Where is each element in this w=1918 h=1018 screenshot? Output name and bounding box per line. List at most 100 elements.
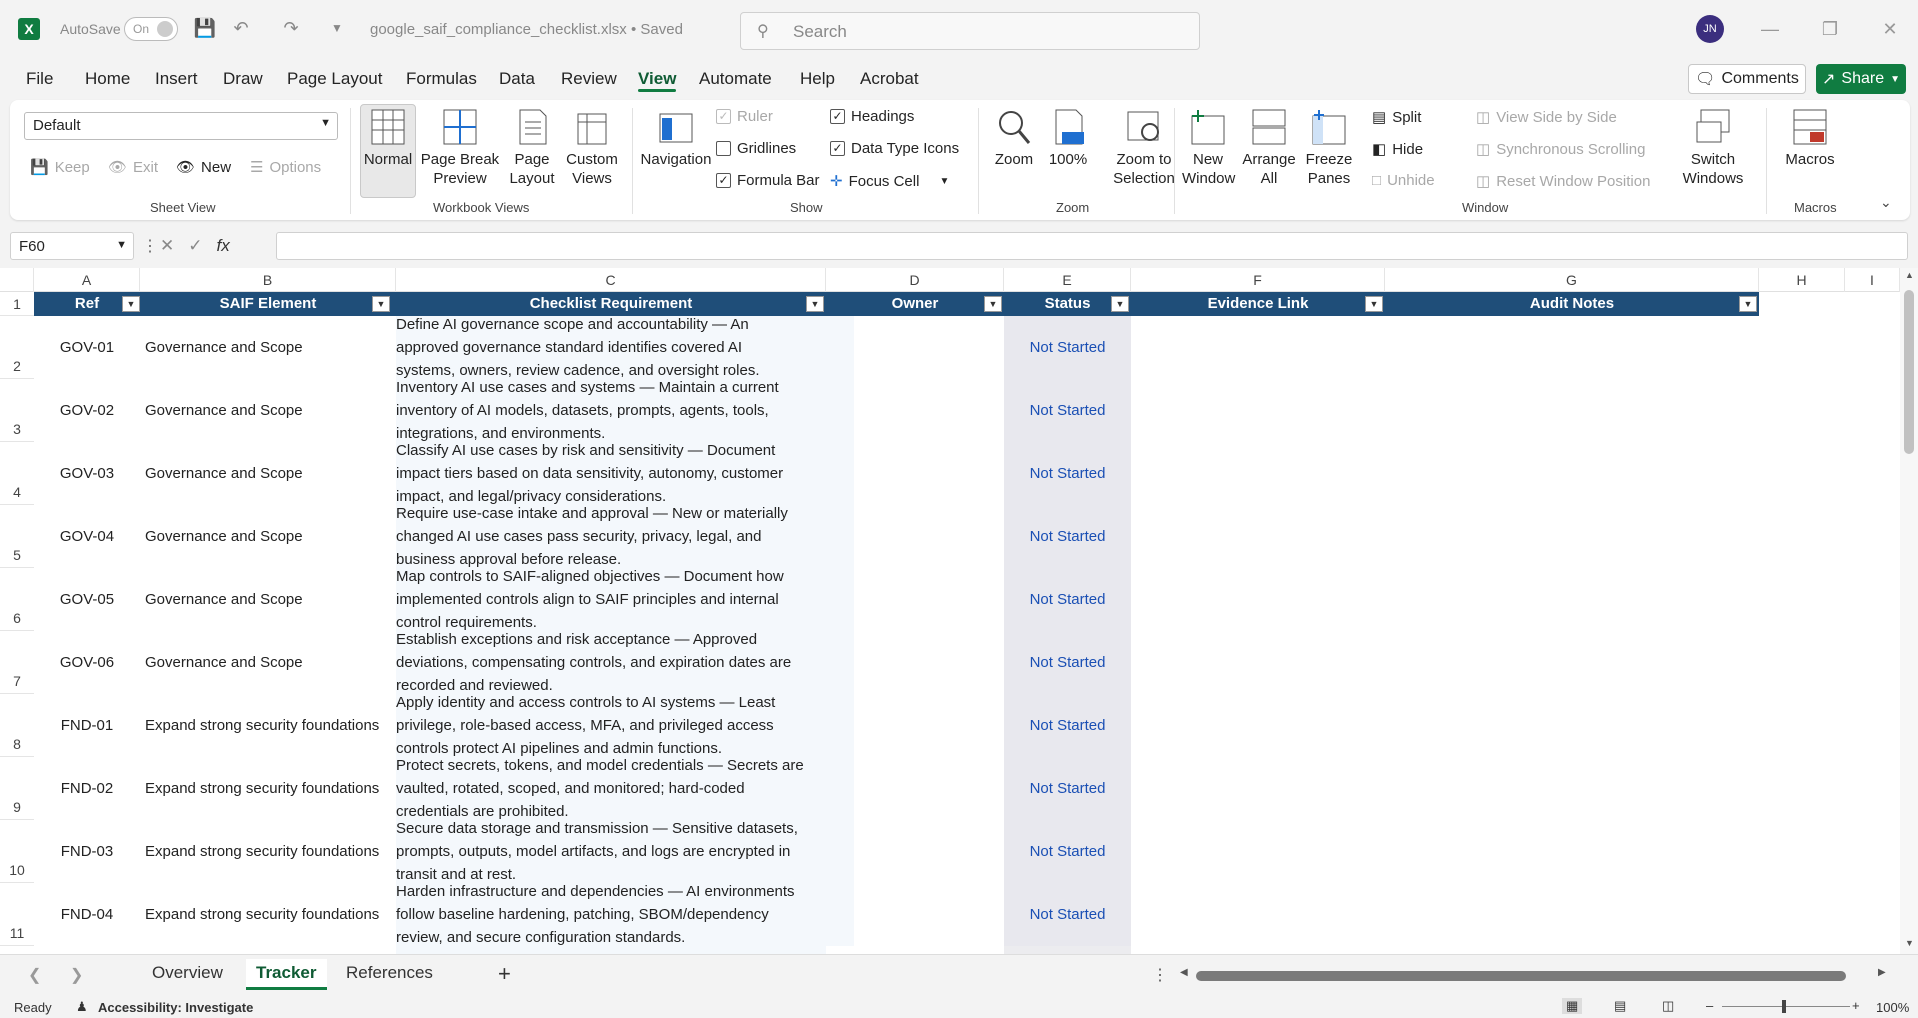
arrange-all-button[interactable]: Arrange All	[1242, 108, 1296, 188]
column-header-d[interactable]: D	[826, 268, 1004, 292]
menu-automate[interactable]: Automate	[699, 69, 772, 89]
scroll-left-icon[interactable]: ◀	[1180, 967, 1188, 978]
keep-button[interactable]: 💾 Keep	[30, 158, 90, 177]
cell-saif-element[interactable]: Governance and Scope	[145, 442, 425, 505]
save-icon[interactable]: 💾	[194, 17, 216, 39]
select-all-corner[interactable]	[0, 268, 34, 292]
ruler-checkbox[interactable]: Ruler	[716, 108, 773, 125]
cell-requirement[interactable]: Require use-case intake and approval — N…	[396, 505, 854, 568]
insert-function-icon[interactable]: fx	[217, 236, 230, 256]
cell-ref[interactable]: GOV-05	[34, 568, 140, 631]
cell-status[interactable]: Not Started	[1004, 316, 1131, 379]
column-header-h[interactable]: H	[1759, 268, 1845, 292]
view-side-by-side-button[interactable]: ◫ View Side by Side	[1476, 108, 1617, 127]
autosave-toggle[interactable]: On	[124, 17, 178, 41]
cell-saif-element[interactable]: Governance and Scope	[145, 631, 425, 694]
menu-page-layout[interactable]: Page Layout	[287, 69, 382, 89]
more-options-icon[interactable]: ⋮	[142, 236, 158, 256]
zoom-out-icon[interactable]: –	[1706, 998, 1713, 1013]
avatar[interactable]: JN	[1696, 15, 1724, 43]
collapse-ribbon-icon[interactable]: ⌄	[1880, 194, 1892, 211]
redo-icon[interactable]: ↷	[280, 17, 302, 39]
cell-ref[interactable]: FND-01	[34, 694, 140, 757]
column-header-e[interactable]: E	[1004, 268, 1131, 292]
name-box[interactable]: F60 ▼	[10, 232, 134, 260]
formula-input[interactable]	[276, 232, 1908, 260]
menu-review[interactable]: Review	[561, 69, 617, 89]
column-header-c[interactable]: C	[396, 268, 826, 292]
filter-dropdown-icon[interactable]: ▼	[1365, 296, 1383, 312]
menu-data[interactable]: Data	[499, 69, 535, 89]
freeze-panes-button[interactable]: Freeze Panes	[1302, 108, 1356, 188]
filter-dropdown-icon[interactable]: ▼	[984, 296, 1002, 312]
split-button[interactable]: ▤ Split	[1372, 108, 1421, 127]
headings-checkbox[interactable]: Headings	[830, 108, 914, 125]
cell-requirement[interactable]: Map controls to SAIF-aligned objectives …	[396, 568, 854, 631]
row-header[interactable]: 5	[0, 505, 34, 568]
undo-icon[interactable]: ↶	[230, 17, 252, 39]
navigation-button[interactable]: Navigation	[628, 108, 724, 169]
zoom-100-button[interactable]: 100%	[1044, 108, 1092, 169]
search-box[interactable]: ⚲ Search	[740, 12, 1200, 50]
customize-quick-access-icon[interactable]: ▼	[326, 17, 348, 39]
cell-status[interactable]: Not Started	[1004, 694, 1131, 757]
cell-saif-element[interactable]: Expand strong security foundations	[145, 694, 425, 757]
accessibility-status[interactable]: Accessibility: Investigate	[98, 1000, 253, 1015]
horizontal-scrollbar[interactable]: ◀ ▶	[1180, 967, 1890, 981]
row-header[interactable]: 2	[0, 316, 34, 379]
cell-ref[interactable]: GOV-01	[34, 316, 140, 379]
cell-saif-element[interactable]: Expand strong security foundations	[145, 757, 425, 820]
cell-status[interactable]: Not Started	[1004, 568, 1131, 631]
filter-dropdown-icon[interactable]: ▼	[122, 296, 140, 312]
menu-help[interactable]: Help	[800, 69, 835, 89]
column-header-f[interactable]: F	[1131, 268, 1385, 292]
menu-formulas[interactable]: Formulas	[406, 69, 477, 89]
cell-ref[interactable]: FND-04	[34, 883, 140, 946]
cell-ref[interactable]: FND-02	[34, 757, 140, 820]
cell-status[interactable]: Not Started	[1004, 442, 1131, 505]
filter-dropdown-icon[interactable]: ▼	[372, 296, 390, 312]
enter-icon[interactable]: ✓	[188, 236, 202, 256]
menu-draw[interactable]: Draw	[223, 69, 263, 89]
row-header[interactable]: 6	[0, 568, 34, 631]
cell-requirement[interactable]: Classify AI use cases by risk and sensit…	[396, 442, 854, 505]
cell-saif-element[interactable]: Governance and Scope	[145, 568, 425, 631]
sheet-view-select[interactable]: Default ▼	[24, 112, 338, 140]
cell-status[interactable]: Not Started	[1004, 757, 1131, 820]
page-layout-button[interactable]: Page Layout	[504, 108, 560, 188]
cell-status[interactable]: Not Started	[1004, 379, 1131, 442]
cell-saif-element[interactable]: Expand strong security foundations	[145, 883, 425, 946]
cell-saif-element[interactable]: Expand strong security foundations	[145, 820, 425, 883]
row-header[interactable]: 7	[0, 631, 34, 694]
zoom-in-icon[interactable]: +	[1852, 998, 1860, 1013]
comments-button[interactable]: 🗨 Comments	[1688, 64, 1806, 94]
restore-icon[interactable]: ❐	[1815, 14, 1845, 44]
normal-view-status-icon[interactable]: ▦	[1562, 998, 1583, 1014]
synchronous-scrolling-button[interactable]: ◫ Synchronous Scrolling	[1476, 140, 1645, 159]
cell-saif-element[interactable]: Governance and Scope	[145, 316, 425, 379]
zoom-slider-thumb[interactable]	[1782, 1000, 1786, 1013]
close-icon[interactable]: ✕	[1875, 14, 1905, 44]
menu-home[interactable]: Home	[85, 69, 130, 89]
cell-ref[interactable]: GOV-02	[34, 379, 140, 442]
macros-button[interactable]: Macros	[1778, 108, 1842, 169]
menu-insert[interactable]: Insert	[155, 69, 198, 89]
cell-ref[interactable]: FND-03	[34, 820, 140, 883]
tab-tracker[interactable]: Tracker	[246, 959, 327, 990]
cell-requirement[interactable]: Apply identity and access controls to AI…	[396, 694, 854, 757]
cell-requirement[interactable]: Protect secrets, tokens, and model crede…	[396, 757, 854, 820]
row-header-1[interactable]: 1	[0, 292, 34, 316]
next-sheet-icon[interactable]: ❯	[70, 965, 83, 985]
row-header[interactable]: 8	[0, 694, 34, 757]
filter-dropdown-icon[interactable]: ▼	[1739, 296, 1757, 312]
hide-button[interactable]: ◧ Hide	[1372, 140, 1423, 159]
filter-dropdown-icon[interactable]: ▼	[1111, 296, 1129, 312]
add-sheet-icon[interactable]: +	[498, 961, 511, 987]
page-break-status-icon[interactable]: ◫	[1662, 998, 1674, 1014]
cell-ref[interactable]: GOV-06	[34, 631, 140, 694]
cell-status[interactable]: Not Started	[1004, 631, 1131, 694]
row-header[interactable]: 10	[0, 820, 34, 883]
cell-status[interactable]: Not Started	[1004, 883, 1131, 946]
cell-requirement[interactable]: Define AI governance scope and accountab…	[396, 316, 854, 379]
menu-file[interactable]: File	[26, 69, 53, 89]
